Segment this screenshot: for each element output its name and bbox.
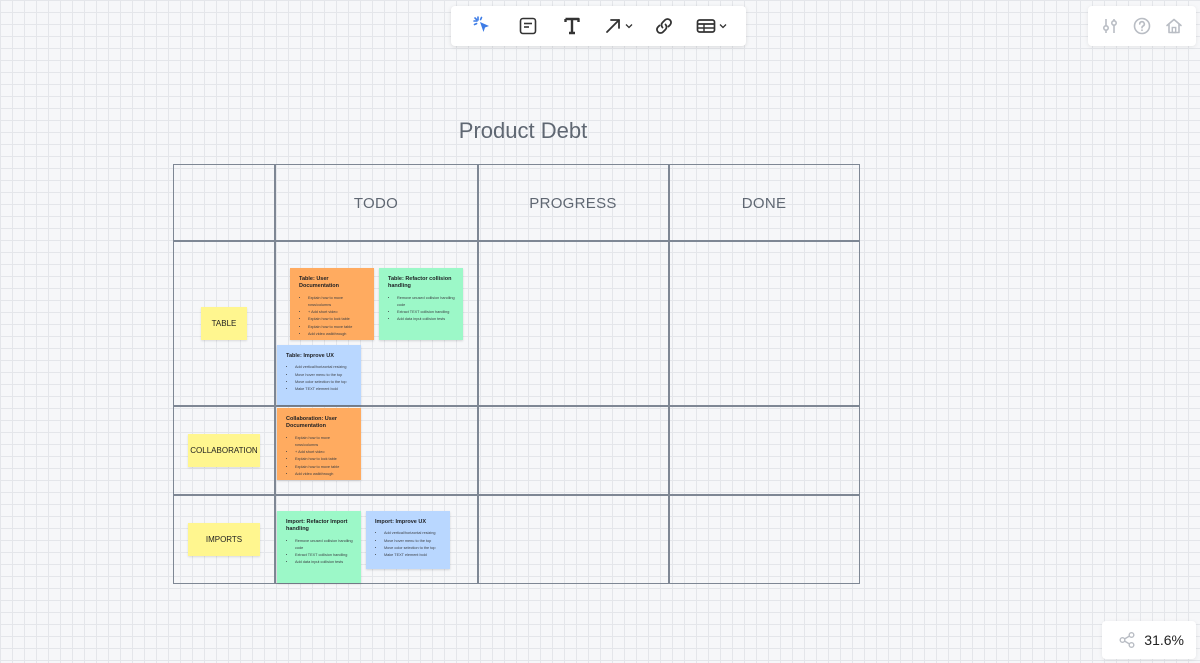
text-tool-button[interactable]	[559, 12, 585, 40]
card-checklist: Remove unused collision handling code Ex…	[286, 538, 353, 567]
sticky-note-tool-button[interactable]	[515, 12, 541, 40]
link-icon	[656, 18, 673, 34]
card-table-refactor-collision[interactable]: Table: Refactor collision handling Remov…	[379, 268, 463, 340]
help-icon	[1133, 17, 1151, 35]
row-label-imports[interactable]: IMPORTS	[188, 523, 260, 556]
list-item: Add vertical/horizontal resizing	[384, 530, 442, 537]
card-title: Import: Refactor Import handling	[286, 519, 348, 533]
list-item: Remove unused collision handling code	[295, 538, 353, 552]
list-item: Move hover menu to the top	[384, 538, 442, 545]
card-import-refactor[interactable]: Import: Refactor Import handling Remove …	[277, 511, 361, 583]
link-tool-button[interactable]	[651, 12, 677, 40]
chevron-down-icon	[625, 24, 633, 29]
row-label-table[interactable]: TABLE	[201, 307, 247, 340]
text-t-icon	[564, 17, 580, 35]
list-item: Add vertical/horizontal resizing	[295, 364, 353, 371]
main-toolbar	[451, 6, 746, 46]
home-button[interactable]	[1161, 12, 1187, 40]
card-title: Table: Refactor collision handling	[388, 276, 452, 290]
card-title: Table: Improve UX	[286, 353, 334, 359]
table-tool-button[interactable]	[696, 12, 727, 40]
secondary-toolbar	[1088, 6, 1196, 46]
card-table-user-documentation[interactable]: Table: User Documentation Explain how to…	[290, 268, 374, 340]
list-item: Add data input collision tests	[295, 559, 353, 566]
card-title: Collaboration: User Documentation	[286, 416, 338, 430]
list-item: + Add short video	[295, 449, 353, 456]
arrow-icon	[605, 19, 620, 33]
list-item: Add data input collision tests	[397, 316, 455, 323]
list-item: Make TEXT element bold	[384, 552, 442, 559]
card-title: Table: User Documentation	[299, 276, 340, 290]
list-item: + Add short video	[308, 309, 366, 316]
card-checklist: Explain how to move rows/columns + Add s…	[286, 435, 353, 478]
column-header-done[interactable]: DONE	[669, 165, 859, 241]
card-checklist: Add vertical/horizontal resizing Move ho…	[286, 364, 353, 393]
table-icon	[696, 19, 716, 33]
chevron-down-icon	[719, 24, 727, 29]
card-import-improve-ux[interactable]: Import: Improve UX Add vertical/horizont…	[366, 511, 450, 569]
list-item: Add video walkthrough	[308, 331, 366, 338]
settings-sliders-icon	[1102, 19, 1118, 33]
card-checklist: Remove unused collision handling code Ex…	[388, 295, 455, 324]
list-item: Explain how to lock table	[308, 316, 366, 323]
note-icon	[519, 17, 537, 35]
share-icon	[1119, 632, 1135, 648]
share-button[interactable]	[1114, 626, 1140, 654]
home-icon	[1166, 18, 1182, 34]
cursor-click-icon	[473, 16, 490, 32]
row-label-collaboration[interactable]: COLLABORATION	[188, 434, 260, 467]
list-item: Explain how to move table	[308, 324, 366, 331]
list-item: Extract TEXT collision handling	[397, 309, 455, 316]
card-checklist: Explain how to move rows/columns + Add s…	[299, 295, 366, 338]
list-item: Make TEXT element bold	[295, 386, 353, 393]
card-checklist: Add vertical/horizontal resizing Move ho…	[375, 530, 442, 559]
list-item: Add video walkthrough	[295, 471, 353, 478]
connector-tool-button[interactable]	[604, 12, 633, 40]
list-item: Extract TEXT collision handling	[295, 552, 353, 559]
list-item: Explain how to lock table	[295, 456, 353, 463]
list-item: Explain how to move table	[295, 464, 353, 471]
card-title: Import: Improve UX	[375, 519, 427, 525]
board-title[interactable]: Product Debt	[423, 118, 623, 144]
column-header-progress[interactable]: PROGRESS	[478, 165, 668, 241]
list-item: Move hover menu to the top	[295, 372, 353, 379]
zoom-widget: 31.6%	[1102, 621, 1196, 659]
list-item: Explain how to move rows/columns	[295, 435, 353, 449]
zoom-level[interactable]: 31.6%	[1144, 632, 1184, 648]
grid-line	[174, 405, 859, 407]
card-table-improve-ux[interactable]: Table: Improve UX Add vertical/horizonta…	[277, 345, 361, 405]
select-tool-button[interactable]	[470, 12, 496, 40]
grid-line	[174, 494, 859, 496]
list-item: Remove unused collision handling code	[397, 295, 455, 309]
list-item: Move color selection to the top	[295, 379, 353, 386]
card-collaboration-user-documentation[interactable]: Collaboration: User Documentation Explai…	[277, 408, 361, 480]
column-header-todo[interactable]: TODO	[275, 165, 477, 241]
settings-button[interactable]	[1097, 12, 1123, 40]
help-button[interactable]	[1129, 12, 1155, 40]
list-item: Explain how to move rows/columns	[308, 295, 366, 309]
list-item: Move color selection to the top	[384, 545, 442, 552]
